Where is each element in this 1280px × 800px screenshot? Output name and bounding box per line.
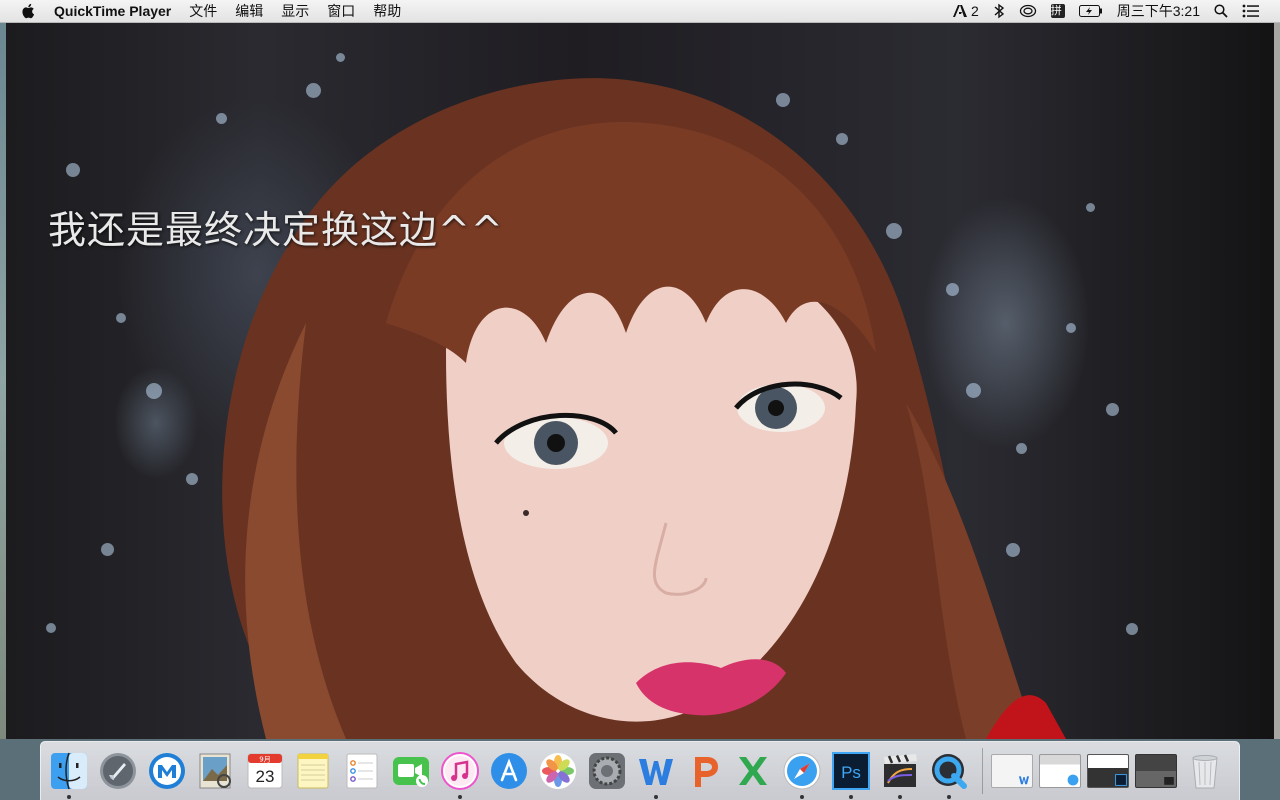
search-icon bbox=[1214, 4, 1228, 18]
minimized-window-safari[interactable] bbox=[1038, 754, 1081, 788]
status-menus: 2 拼 周三下午3:21 bbox=[952, 1, 1260, 21]
bluetooth-icon bbox=[994, 3, 1004, 19]
finder-icon bbox=[51, 752, 87, 790]
music-note-icon bbox=[441, 752, 480, 790]
input-method-icon: 拼 bbox=[1050, 4, 1065, 18]
preview-icon bbox=[199, 753, 231, 789]
facetime-icon bbox=[393, 757, 430, 787]
adobe-creative-cloud-status[interactable]: 2 bbox=[952, 3, 979, 19]
menu-view[interactable]: 显示 bbox=[281, 1, 309, 21]
dock-item-facetime[interactable] bbox=[389, 749, 433, 793]
video-player[interactable]: 我还是最终决定换这边^^ bbox=[6, 23, 1274, 739]
dock-item-wps-writer[interactable] bbox=[634, 749, 678, 799]
adobe-icon bbox=[952, 5, 967, 17]
dock-item-calendar[interactable]: 9月 23 bbox=[243, 749, 287, 793]
dock-item-maxthon[interactable] bbox=[145, 749, 189, 793]
photos-icon bbox=[539, 753, 576, 789]
battery-icon bbox=[1078, 5, 1102, 17]
dock-item-app-store[interactable] bbox=[487, 749, 531, 793]
maxthon-icon bbox=[148, 753, 185, 789]
running-indicator bbox=[67, 795, 71, 799]
menu-app-name[interactable]: QuickTime Player bbox=[54, 3, 171, 19]
menu-file[interactable]: 文件 bbox=[189, 1, 217, 21]
input-method-status[interactable]: 拼 bbox=[1050, 4, 1065, 18]
quicktime-icon bbox=[932, 754, 968, 789]
dock-item-safari[interactable] bbox=[780, 749, 824, 799]
running-indicator bbox=[898, 795, 903, 799]
running-indicator bbox=[947, 795, 952, 799]
menu-help[interactable]: 帮助 bbox=[373, 1, 401, 21]
calendar-day: 23 bbox=[255, 767, 274, 786]
running-indicator bbox=[849, 795, 854, 799]
app-store-icon bbox=[491, 753, 528, 789]
wps-spreadsheets-icon bbox=[739, 757, 768, 785]
adobe-update-count: 2 bbox=[970, 3, 979, 19]
desktop-wallpaper-right bbox=[1274, 23, 1280, 739]
battery-status[interactable] bbox=[1078, 5, 1103, 17]
dock-item-quicktime-player[interactable] bbox=[927, 749, 971, 799]
dock-item-trash[interactable] bbox=[1183, 749, 1227, 793]
wifi-status[interactable] bbox=[1019, 3, 1037, 19]
safari-badge-icon bbox=[1067, 774, 1079, 786]
running-indicator bbox=[653, 795, 658, 799]
final-cut-badge-icon bbox=[1164, 777, 1174, 785]
calendar-month: 9月 bbox=[259, 756, 270, 764]
wps-writer-badge-icon bbox=[1018, 776, 1030, 785]
minimized-window-photoshop-1[interactable] bbox=[1086, 754, 1129, 788]
dock-item-finder[interactable] bbox=[47, 749, 91, 799]
dock-item-preview[interactable] bbox=[194, 749, 238, 793]
bluetooth-status[interactable] bbox=[993, 3, 1005, 19]
photoshop-label: Ps bbox=[841, 763, 861, 782]
trash-icon bbox=[1192, 755, 1218, 789]
reminders-icon bbox=[346, 753, 378, 789]
menu-window[interactable]: 窗口 bbox=[327, 1, 355, 21]
dock-item-system-preferences[interactable] bbox=[585, 749, 629, 793]
list-icon bbox=[1242, 4, 1259, 18]
photoshop-badge-icon bbox=[1115, 774, 1127, 786]
menu-edit[interactable]: 编辑 bbox=[235, 1, 263, 21]
calendar-icon: 9月 23 bbox=[247, 753, 283, 789]
dock-item-wps-presentation[interactable] bbox=[683, 749, 727, 793]
dock-item-itunes[interactable] bbox=[438, 749, 482, 799]
spotlight[interactable] bbox=[1214, 4, 1228, 18]
clapperboard-icon bbox=[884, 754, 918, 787]
dock-item-reminders[interactable] bbox=[340, 749, 384, 793]
running-indicator bbox=[800, 795, 805, 799]
video-subtitle: 我还是最终决定换这边^^ bbox=[48, 208, 504, 252]
dock-item-notes[interactable] bbox=[291, 749, 335, 793]
notification-center[interactable] bbox=[1242, 4, 1260, 18]
dock-item-photoshop[interactable]: Ps bbox=[829, 749, 873, 799]
dock-item-wps-spreadsheets[interactable] bbox=[731, 749, 775, 793]
compass-icon bbox=[783, 752, 821, 790]
dock: 9月 23 Ps bbox=[40, 741, 1240, 800]
dock-item-photos[interactable] bbox=[536, 749, 580, 793]
wps-presentation-icon bbox=[694, 757, 718, 787]
dock-item-final-cut-pro[interactable] bbox=[878, 749, 922, 799]
dock-separator bbox=[981, 748, 983, 794]
wps-writer-icon bbox=[638, 759, 673, 785]
gear-icon bbox=[588, 753, 625, 789]
rocket-icon bbox=[99, 753, 136, 789]
notes-icon bbox=[297, 753, 329, 789]
video-frame-person bbox=[222, 78, 1066, 739]
photoshop-icon: Ps bbox=[832, 752, 871, 790]
clock[interactable]: 周三下午3:21 bbox=[1117, 1, 1200, 21]
apple-icon[interactable] bbox=[20, 2, 38, 20]
spiral-icon bbox=[1019, 4, 1036, 18]
minimized-window-photoshop-2[interactable] bbox=[1134, 754, 1177, 788]
dock-item-launchpad[interactable] bbox=[96, 749, 140, 793]
running-indicator bbox=[458, 795, 463, 799]
menu-bar: QuickTime Player 文件 编辑 显示 窗口 帮助 2 拼 周三下午… bbox=[0, 0, 1280, 23]
minimized-window-wps-document[interactable] bbox=[990, 754, 1033, 788]
